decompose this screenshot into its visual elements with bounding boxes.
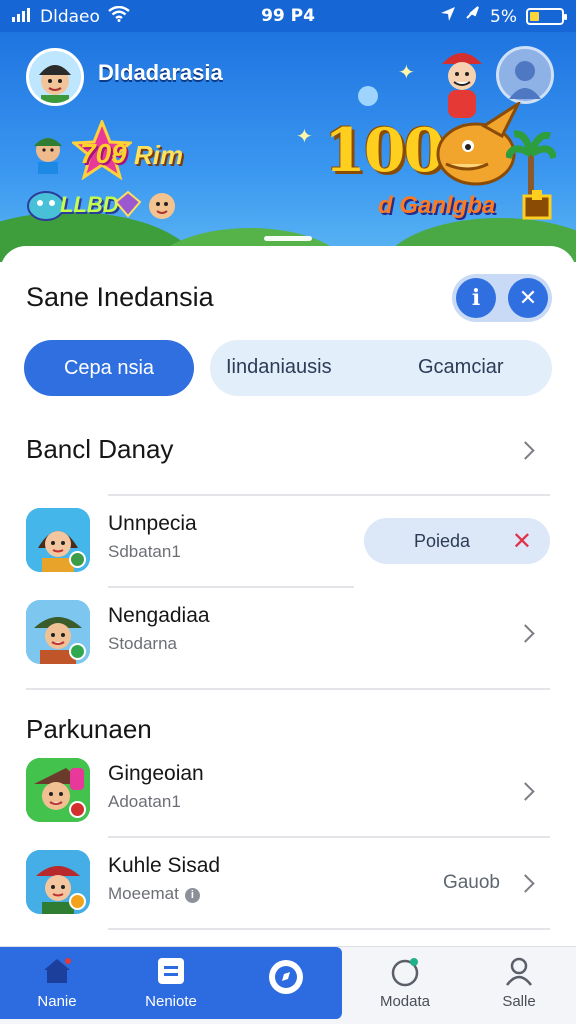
status-badge xyxy=(69,643,86,660)
treasure-icon xyxy=(520,188,554,227)
item-title: Nengadiaa xyxy=(108,604,210,627)
info-button[interactable]: i xyxy=(456,278,496,318)
nav-label: Salle xyxy=(502,993,536,1010)
divider xyxy=(26,688,550,690)
nav-item-modata[interactable]: Modata xyxy=(348,947,462,1019)
status-bar: Dldaeo 99 P4 5% xyxy=(0,0,576,32)
battery-fill xyxy=(530,12,539,21)
item-title: Kuhle Sisad xyxy=(108,854,221,877)
bottom-sheet: Sane Inedansia i ✕ Cepa nsia Iindaniausi… xyxy=(0,246,576,946)
character-sprite xyxy=(28,128,68,179)
item-subtitle: Stodarna xyxy=(108,634,177,653)
gem-icon xyxy=(114,190,142,223)
hero-tag: Rim xyxy=(134,140,184,170)
chevron-right-icon xyxy=(516,874,535,893)
app-icon xyxy=(26,758,90,822)
user-avatar[interactable] xyxy=(26,48,84,106)
battery-icon xyxy=(526,8,567,25)
list-icon xyxy=(155,955,187,987)
segment-active[interactable]: Cepa nsia xyxy=(24,340,194,396)
hero-tag: LLBD xyxy=(60,192,119,217)
home-icon xyxy=(41,955,73,987)
status-badge xyxy=(69,893,86,910)
location-arrow-icon xyxy=(440,6,456,27)
list-item[interactable]: Unnpecia Sdbatan1 Poieda ✕ xyxy=(0,498,576,584)
divider xyxy=(108,586,354,588)
close-button[interactable]: ✕ xyxy=(508,278,548,318)
divider xyxy=(108,494,550,496)
app-icon xyxy=(26,508,90,572)
chip-label: Poieda xyxy=(414,531,471,551)
bubble-decoration xyxy=(358,86,378,106)
status-right-group: 5% xyxy=(440,6,567,27)
action-chip[interactable]: Poieda ✕ xyxy=(364,518,550,564)
secondary-avatar[interactable] xyxy=(496,46,554,104)
list-item[interactable]: Kuhle Sisad Moeemat i Gauob xyxy=(0,840,576,926)
chevron-right-icon xyxy=(516,624,535,643)
info-icon[interactable]: i xyxy=(184,888,200,903)
item-trailing-value: Gauob xyxy=(442,872,500,893)
segment-track: Iindaniausis Gcamciar xyxy=(210,340,552,396)
hero-user-name: Dldadarasia xyxy=(98,60,223,85)
app-icon xyxy=(26,850,90,914)
header-actions: i ✕ xyxy=(452,274,552,322)
close-icon: ✕ xyxy=(518,285,538,311)
chevron-right-icon xyxy=(516,782,535,801)
app-icon xyxy=(26,600,90,664)
compass-icon xyxy=(268,959,304,995)
chevron-right-icon xyxy=(516,441,535,460)
hero-brand-text: d Ganlgba xyxy=(378,192,496,219)
section-title: Bancl Danay xyxy=(26,434,174,464)
nav-label: Modata xyxy=(379,993,431,1010)
wallet-icon xyxy=(465,6,481,27)
circle-icon xyxy=(389,955,421,987)
status-badge xyxy=(69,801,86,818)
item-title: Gingeoian xyxy=(108,762,204,785)
list-item[interactable]: Nengadiaa Stodarna xyxy=(0,590,576,676)
hero-banner[interactable]: ✦ ✦ Dldadarasia 709 Rim LLBD 100 d Ganlg… xyxy=(0,32,576,262)
item-subtitle: Moeemat xyxy=(108,884,179,903)
divider xyxy=(108,836,550,838)
status-badge xyxy=(69,551,86,568)
remove-icon[interactable]: ✕ xyxy=(512,527,532,555)
section-title: Parkunaen xyxy=(26,714,152,744)
nav-label: Neniote xyxy=(145,993,197,1010)
hero-tag: 709 xyxy=(80,138,127,169)
battery-percent: 5% xyxy=(490,6,517,27)
nav-item-home[interactable]: Nanie xyxy=(0,947,114,1019)
divider xyxy=(108,928,550,930)
sheet-title: Sane Inedansia xyxy=(26,282,214,312)
segment-option[interactable]: Gcamciar xyxy=(418,356,504,379)
profile-icon xyxy=(503,955,535,987)
nav-item-profile[interactable]: Salle xyxy=(462,947,576,1019)
item-title: Unnpecia xyxy=(108,512,197,535)
sparkle-icon: ✦ xyxy=(296,126,313,148)
info-icon: i xyxy=(471,285,481,311)
nav-label: Nanie xyxy=(37,993,77,1010)
nav-item-explore[interactable] xyxy=(228,947,342,1019)
hero-score: 100 xyxy=(324,116,445,186)
character-sprite xyxy=(146,188,178,227)
item-subtitle: Sdbatan1 xyxy=(108,542,181,561)
bottom-nav: Nanie Neniote Modata Salle xyxy=(0,946,576,1024)
section-header[interactable]: Bancl Danay xyxy=(0,422,576,480)
nav-item-list[interactable]: Neniote xyxy=(114,947,228,1019)
list-item[interactable]: Gingeoian Adoatan1 xyxy=(0,748,576,834)
item-subtitle-row: Moeemat i xyxy=(108,884,200,904)
item-subtitle: Adoatan1 xyxy=(108,792,181,811)
sparkle-icon: ✦ xyxy=(398,62,415,84)
sheet-drag-handle[interactable] xyxy=(264,236,312,241)
segment-option[interactable]: Iindaniausis xyxy=(226,356,332,379)
